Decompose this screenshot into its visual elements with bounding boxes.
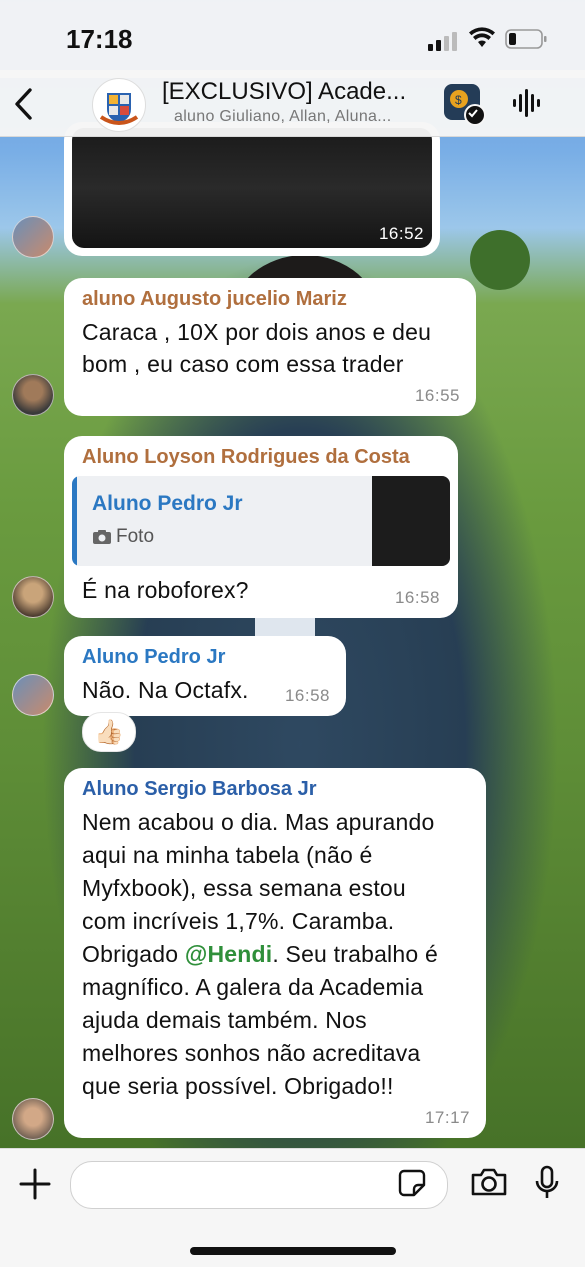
- avatar[interactable]: [12, 576, 54, 618]
- message-input[interactable]: [70, 1161, 448, 1209]
- message-sender[interactable]: aluno Augusto jucelio Mariz: [82, 288, 347, 311]
- message-text-fragment: Obrigado: [82, 941, 185, 967]
- message-timestamp: 17:17: [424, 1108, 470, 1127]
- cellular-signal-icon: [428, 32, 457, 51]
- avatar[interactable]: [12, 216, 54, 258]
- message-text-line: Obrigado @Hendi. Seu trabalho é: [82, 938, 478, 971]
- message-text: Não. Na Octafx.: [82, 677, 249, 703]
- quoted-media-type: Foto: [116, 526, 155, 547]
- mention-link[interactable]: @Hendi: [185, 941, 273, 967]
- camera-icon: [93, 530, 111, 544]
- quoted-photo-thumbnail[interactable]: [372, 476, 450, 566]
- group-avatar[interactable]: [92, 78, 146, 132]
- message-input-bar: [0, 1148, 585, 1267]
- message-timestamp: 16:55: [414, 386, 460, 405]
- attach-plus-icon[interactable]: [18, 1167, 52, 1201]
- chat-header: [EXCLUSIVO] Acade... aluno Giuliano, All…: [0, 70, 585, 137]
- verified-check-icon: [464, 104, 486, 126]
- quoted-message[interactable]: Aluno Pedro Jr Foto: [72, 476, 450, 566]
- message-text-line: melhores sonhos não acreditava: [82, 1040, 421, 1066]
- message-text-line: Nem acabou o dia. Mas apurando: [82, 809, 435, 835]
- message-text-line: magnífico. A galera da Academia: [82, 974, 424, 1000]
- message-text-line: Caraca , 10X por dois anos e deu: [82, 319, 432, 345]
- quoted-sender: Aluno Pedro Jr: [92, 492, 243, 515]
- message-text-line: aqui na minha tabela (não é: [82, 842, 373, 868]
- message-timestamp: 16:52: [378, 224, 424, 243]
- message-sender[interactable]: Aluno Pedro Jr: [82, 646, 225, 669]
- message-text-line: que seria possível. Obrigado!!: [82, 1073, 394, 1099]
- message-text-line: ajuda demais também. Nos: [82, 1007, 367, 1033]
- message-sender[interactable]: Aluno Sergio Barbosa Jr: [82, 778, 317, 801]
- message-timestamp: 16:58: [284, 686, 330, 705]
- message-bubble[interactable]: Aluno Sergio Barbosa Jr Nem acabou o dia…: [64, 768, 486, 1138]
- thumbs-up-reaction[interactable]: 👍🏻: [82, 712, 136, 752]
- quote-bar: [72, 476, 77, 566]
- message-bubble[interactable]: aluno Augusto jucelio Mariz Caraca , 10X…: [64, 278, 476, 416]
- battery-icon: [505, 29, 547, 49]
- avatar[interactable]: [12, 1098, 54, 1140]
- home-indicator[interactable]: [190, 1247, 396, 1255]
- academy-crest-icon: [95, 81, 143, 129]
- message-bubble[interactable]: Aluno Loyson Rodrigues da Costa Aluno Pe…: [64, 436, 458, 618]
- avatar[interactable]: [12, 674, 54, 716]
- back-chevron-icon[interactable]: [10, 84, 36, 124]
- copy-trade-icon[interactable]: $: [444, 84, 486, 126]
- message-text-line: Myfxbook), essa semana estou: [82, 875, 406, 901]
- avatar[interactable]: [12, 374, 54, 416]
- voice-chat-icon[interactable]: [512, 88, 544, 118]
- message-text-line: com incríveis 1,7%. Caramba.: [82, 908, 395, 934]
- message-timestamp: 16:58: [394, 588, 440, 607]
- message-text-line: bom , eu caso com essa trader: [82, 351, 404, 377]
- camera-icon[interactable]: [470, 1167, 508, 1197]
- status-time: 17:18: [66, 24, 133, 54]
- message-text: Nem acabou o dia. Mas apurando aqui na m…: [82, 806, 478, 1103]
- video-message[interactable]: 16:52: [64, 122, 440, 256]
- background-tree: [470, 230, 530, 290]
- message-text-fragment: . Seu trabalho é: [272, 941, 438, 967]
- wifi-icon: [469, 27, 495, 47]
- sticker-icon[interactable]: [398, 1169, 426, 1197]
- message-text: É na roboforex?: [82, 577, 249, 603]
- status-bar: 17:18: [0, 0, 585, 78]
- microphone-icon[interactable]: [535, 1165, 559, 1201]
- message-bubble[interactable]: Aluno Pedro Jr Não. Na Octafx. 16:58: [64, 636, 346, 716]
- chat-title[interactable]: [EXCLUSIVO] Acade...: [162, 78, 422, 106]
- message-sender[interactable]: Aluno Loyson Rodrigues da Costa: [82, 446, 410, 469]
- chat-members-subtitle[interactable]: aluno Giuliano, Allan, Aluna...: [174, 108, 422, 126]
- svg-text:$: $: [455, 93, 462, 107]
